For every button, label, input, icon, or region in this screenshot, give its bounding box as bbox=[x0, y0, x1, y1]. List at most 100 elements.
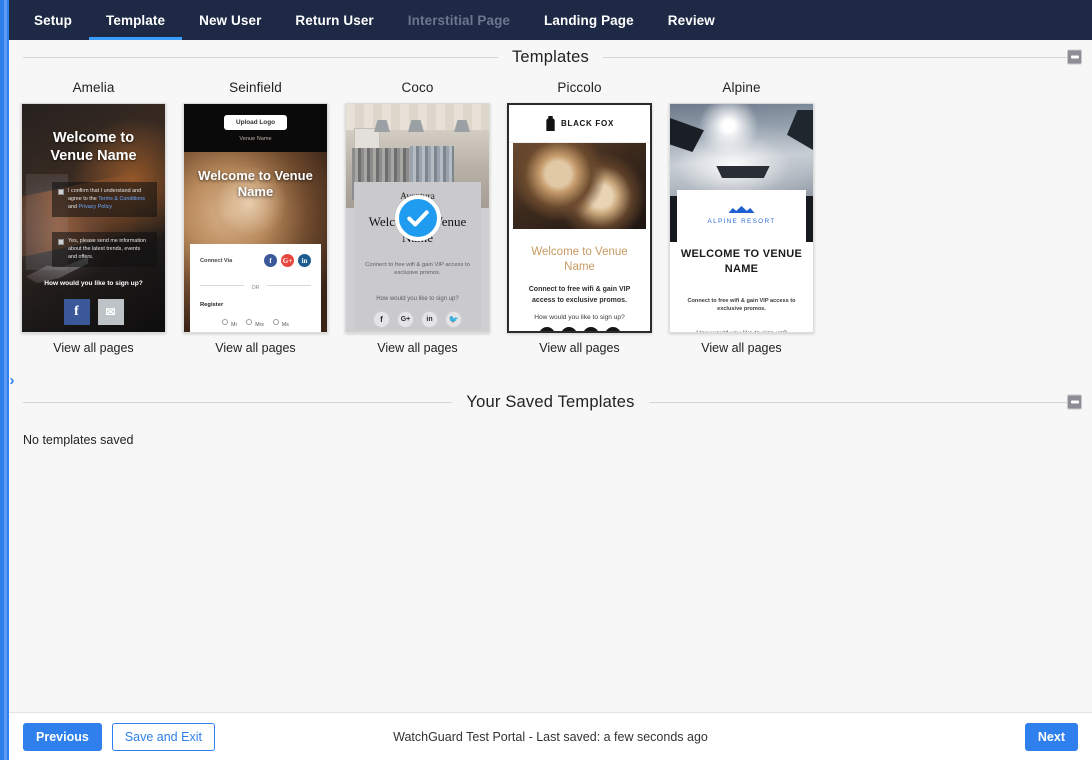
template-name: Coco bbox=[402, 80, 434, 95]
title-radio-group: Mr Mrs Ms bbox=[200, 313, 311, 331]
saved-templates-section: Your Saved Templates No templates saved bbox=[9, 385, 1092, 447]
saved-section-title: Your Saved Templates bbox=[452, 393, 648, 412]
template-gallery: Amelia Welcome to Venue Name I confirm t… bbox=[9, 74, 1092, 355]
coco-social-buttons: f G+ in 🐦 bbox=[354, 311, 481, 328]
piccolo-brand: BLACK FOX bbox=[561, 119, 614, 128]
piccolo-subtitle: Connect to free wifi & gain VIP access t… bbox=[523, 285, 636, 307]
templates-section-title: Templates bbox=[498, 48, 603, 67]
template-name: Piccolo bbox=[557, 80, 601, 95]
footer-bar: Previous Save and Exit WatchGuard Test P… bbox=[9, 712, 1092, 760]
alpine-mountain-icon bbox=[677, 204, 806, 213]
page-body: Templates Amelia Welcome to Venue Name I… bbox=[9, 40, 1092, 712]
black-fox-logo-icon bbox=[545, 116, 556, 131]
coco-subtitle: Connect to free wifi & gain VIP access t… bbox=[354, 261, 481, 278]
app-root: › Setup Template New User Return User In… bbox=[0, 0, 1092, 760]
view-all-pages-link[interactable]: View all pages bbox=[539, 341, 619, 355]
view-all-pages-link[interactable]: View all pages bbox=[53, 341, 133, 355]
saved-collapse-button[interactable] bbox=[1067, 395, 1082, 410]
piccolo-signup-question: How would you like to sign up? bbox=[509, 314, 650, 321]
view-all-pages-link[interactable]: View all pages bbox=[701, 341, 781, 355]
next-button[interactable]: Next bbox=[1025, 723, 1078, 751]
view-all-pages-link[interactable]: View all pages bbox=[215, 341, 295, 355]
upload-logo-placeholder[interactable]: Upload Logo bbox=[224, 115, 287, 130]
google-plus-icon[interactable]: G+ bbox=[397, 311, 414, 328]
alpine-panel: ALPINE RESORT WELCOME TO VENUE NAME Conn… bbox=[677, 190, 806, 332]
piccolo-header: BLACK FOX bbox=[509, 105, 650, 143]
saved-section-header: Your Saved Templates bbox=[23, 385, 1078, 419]
coco-signup-question: How would you like to sign up? bbox=[354, 296, 481, 302]
register-label: Register bbox=[200, 302, 311, 308]
minus-icon bbox=[1071, 401, 1079, 404]
template-card-piccolo: Piccolo BLACK FOX Welcome to Venue Name … bbox=[507, 80, 652, 355]
twitter-icon[interactable]: 🐦 bbox=[605, 327, 621, 333]
piccolo-title: Welcome to Venue Name bbox=[519, 245, 640, 275]
amelia-title: Welcome to Venue Name bbox=[32, 130, 155, 165]
email-icon[interactable]: ✉ bbox=[98, 299, 124, 325]
facebook-icon[interactable]: f bbox=[539, 327, 555, 333]
alpine-title: WELCOME TO VENUE NAME bbox=[677, 247, 806, 277]
templates-collapse-button[interactable] bbox=[1067, 50, 1082, 65]
template-name: Alpine bbox=[722, 80, 760, 95]
amelia-consent-1: I confirm that I understand and agree to… bbox=[52, 182, 157, 217]
previous-button[interactable]: Previous bbox=[23, 723, 102, 751]
twitter-icon[interactable]: 🐦 bbox=[445, 311, 462, 328]
save-and-exit-button[interactable]: Save and Exit bbox=[112, 723, 215, 751]
amelia-signup-buttons: f ✉ bbox=[22, 299, 165, 325]
view-all-pages-link[interactable]: View all pages bbox=[377, 341, 457, 355]
google-plus-icon[interactable]: G+ bbox=[281, 254, 294, 267]
linkedin-icon[interactable]: in bbox=[583, 327, 599, 333]
selected-check-badge bbox=[395, 195, 441, 241]
terms-link[interactable]: Terms & Conditions bbox=[98, 196, 145, 202]
template-preview-amelia[interactable]: Welcome to Venue Name I confirm that I u… bbox=[21, 103, 166, 333]
alpine-subtitle: Connect to free wifi & gain VIP access t… bbox=[677, 297, 806, 314]
template-name: Amelia bbox=[73, 80, 115, 95]
template-preview-seinfield[interactable]: Upload Logo Venue Name Welcome to Venue … bbox=[183, 103, 328, 333]
connect-via-label: Connect Via bbox=[200, 258, 232, 264]
facebook-icon[interactable]: f bbox=[264, 254, 277, 267]
amelia-consent-2: Yes, please send me information about th… bbox=[52, 232, 157, 267]
seinfield-social-buttons: f G+ in bbox=[264, 254, 311, 267]
piccolo-social-buttons: f G+ in 🐦 bbox=[509, 327, 650, 333]
tab-new-user[interactable]: New User bbox=[182, 0, 278, 40]
radio-mr[interactable]: Mr bbox=[222, 313, 237, 331]
piccolo-background-image bbox=[513, 143, 646, 229]
tab-template[interactable]: Template bbox=[89, 0, 182, 40]
facebook-icon[interactable]: f bbox=[373, 311, 390, 328]
minus-icon bbox=[1071, 56, 1079, 59]
alpine-brand: ALPINE RESORT bbox=[677, 218, 806, 225]
template-preview-coco[interactable]: Aventura Welcome to Venue Name Connect t… bbox=[345, 103, 490, 333]
checkbox-icon bbox=[58, 189, 64, 195]
or-divider: OR bbox=[200, 276, 311, 294]
tab-setup[interactable]: Setup bbox=[17, 0, 89, 40]
saved-empty-message: No templates saved bbox=[9, 419, 1092, 447]
privacy-link[interactable]: Privacy Policy bbox=[79, 204, 113, 210]
amelia-signup-question: How would you like to sign up? bbox=[22, 280, 165, 287]
linkedin-icon[interactable]: in bbox=[298, 254, 311, 267]
top-navigation: Setup Template New User Return User Inte… bbox=[9, 0, 1092, 40]
radio-ms[interactable]: Ms bbox=[273, 313, 289, 331]
template-card-seinfield: Seinfield Upload Logo Venue Name Welcome… bbox=[183, 80, 328, 355]
seinfield-title: Welcome to Venue Name bbox=[190, 168, 321, 199]
linkedin-icon[interactable]: in bbox=[421, 311, 438, 328]
tab-review[interactable]: Review bbox=[651, 0, 732, 40]
check-icon bbox=[404, 204, 432, 232]
template-card-coco: Coco Aventura Welcome to Venue Name Conn… bbox=[345, 80, 490, 355]
templates-section-header: Templates bbox=[23, 40, 1078, 74]
alpine-signup-question: How would you like to sign up? bbox=[677, 330, 806, 333]
radio-mrs[interactable]: Mrs bbox=[246, 313, 264, 331]
facebook-icon[interactable]: f bbox=[64, 299, 90, 325]
checkbox-icon bbox=[58, 239, 64, 245]
tab-return-user[interactable]: Return User bbox=[278, 0, 390, 40]
template-preview-piccolo[interactable]: BLACK FOX Welcome to Venue Name Connect … bbox=[507, 103, 652, 333]
template-card-amelia: Amelia Welcome to Venue Name I confirm t… bbox=[21, 80, 166, 355]
tab-interstitial-page: Interstitial Page bbox=[391, 0, 527, 40]
tab-landing-page[interactable]: Landing Page bbox=[527, 0, 651, 40]
seinfield-header: Upload Logo Venue Name bbox=[184, 104, 327, 152]
template-preview-alpine[interactable]: ALPINE RESORT WELCOME TO VENUE NAME Conn… bbox=[669, 103, 814, 333]
template-card-alpine: Alpine ALPINE RESORT WELCOME TO VENUE NA… bbox=[669, 80, 814, 355]
google-plus-icon[interactable]: G+ bbox=[561, 327, 577, 333]
venue-name-label: Venue Name bbox=[239, 136, 271, 142]
seinfield-form: Connect Via f G+ in OR Register Mr Mrs bbox=[190, 244, 321, 332]
sidebar-expand-chevron-icon[interactable]: › bbox=[3, 370, 21, 390]
alpine-background-image bbox=[670, 104, 813, 204]
